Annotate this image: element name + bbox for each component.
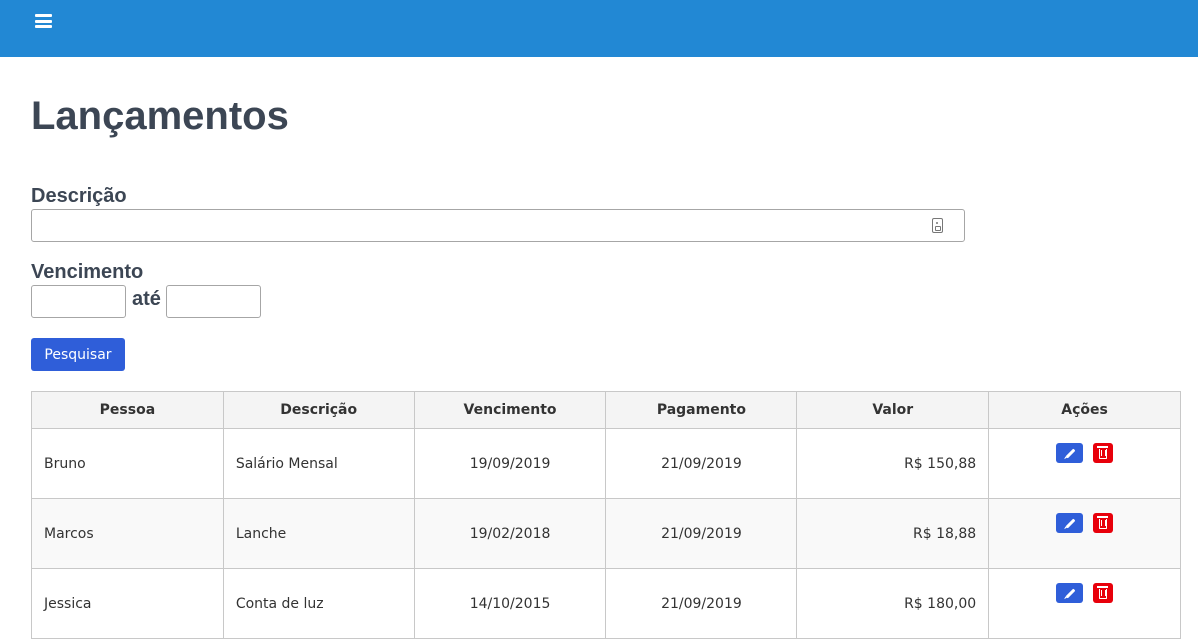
- cell-pessoa: Marcos: [31, 498, 224, 569]
- top-bar: [0, 0, 1198, 57]
- cell-descricao: Salário Mensal: [222, 428, 415, 499]
- table-row: Bruno Salário Mensal 19/09/2019 21/09/20…: [31, 428, 1181, 499]
- pencil-icon: [1065, 588, 1076, 599]
- contact-card-icon: [932, 218, 943, 233]
- pencil-icon: [1065, 448, 1076, 459]
- trash-icon: [1097, 446, 1109, 459]
- delete-button[interactable]: [1093, 513, 1114, 533]
- cell-valor: R$ 18,88: [796, 498, 990, 569]
- column-header-pagamento[interactable]: Pagamento: [605, 391, 798, 429]
- vencimento-to-input[interactable]: [166, 285, 261, 318]
- column-header-acoes: Ações: [988, 391, 1181, 429]
- edit-button[interactable]: [1055, 583, 1083, 603]
- delete-button[interactable]: [1093, 443, 1114, 463]
- page-title: Lançamentos: [31, 94, 289, 138]
- vencimento-label: Vencimento: [31, 261, 144, 283]
- hamburger-menu-icon[interactable]: [33, 11, 54, 31]
- cell-descricao: Lanche: [222, 498, 415, 569]
- trash-icon: [1097, 516, 1109, 529]
- cell-vencimento: 14/10/2015: [413, 568, 607, 639]
- table-header-row: Pessoa Descrição Vencimento Pagamento Va…: [31, 391, 1181, 429]
- delete-button[interactable]: [1093, 583, 1114, 603]
- lancamentos-table: Pessoa Descrição Vencimento Pagamento Va…: [31, 391, 1181, 639]
- cell-pagamento: 21/09/2019: [605, 568, 798, 639]
- cell-acoes: [988, 568, 1181, 639]
- cell-pessoa: Jessica: [31, 568, 224, 639]
- column-header-vencimento[interactable]: Vencimento: [413, 391, 607, 429]
- cell-vencimento: 19/09/2019: [413, 428, 607, 499]
- table-row: Marcos Lanche 19/02/2018 21/09/2019 R$ 1…: [31, 498, 1181, 569]
- cell-valor: R$ 150,88: [796, 428, 990, 499]
- column-header-descricao[interactable]: Descrição: [222, 391, 415, 429]
- edit-button[interactable]: [1055, 443, 1083, 463]
- ate-label: até: [132, 288, 161, 310]
- descricao-label: Descrição: [31, 185, 127, 207]
- cell-descricao: Conta de luz: [222, 568, 415, 639]
- cell-pagamento: 21/09/2019: [605, 428, 798, 499]
- cell-pessoa: Bruno: [31, 428, 224, 499]
- descricao-input[interactable]: [31, 209, 965, 242]
- edit-button[interactable]: [1055, 513, 1083, 533]
- column-header-valor[interactable]: Valor: [796, 391, 990, 429]
- trash-icon: [1097, 586, 1109, 599]
- cell-acoes: [988, 498, 1181, 569]
- table-row: Jessica Conta de luz 14/10/2015 21/09/20…: [31, 568, 1181, 639]
- cell-vencimento: 19/02/2018: [413, 498, 607, 569]
- pencil-icon: [1065, 518, 1076, 529]
- pesquisar-button[interactable]: Pesquisar: [31, 338, 125, 371]
- vencimento-from-input[interactable]: [31, 285, 126, 318]
- column-header-pessoa[interactable]: Pessoa: [31, 391, 224, 429]
- cell-pagamento: 21/09/2019: [605, 498, 798, 569]
- cell-acoes: [988, 428, 1181, 499]
- cell-valor: R$ 180,00: [796, 568, 990, 639]
